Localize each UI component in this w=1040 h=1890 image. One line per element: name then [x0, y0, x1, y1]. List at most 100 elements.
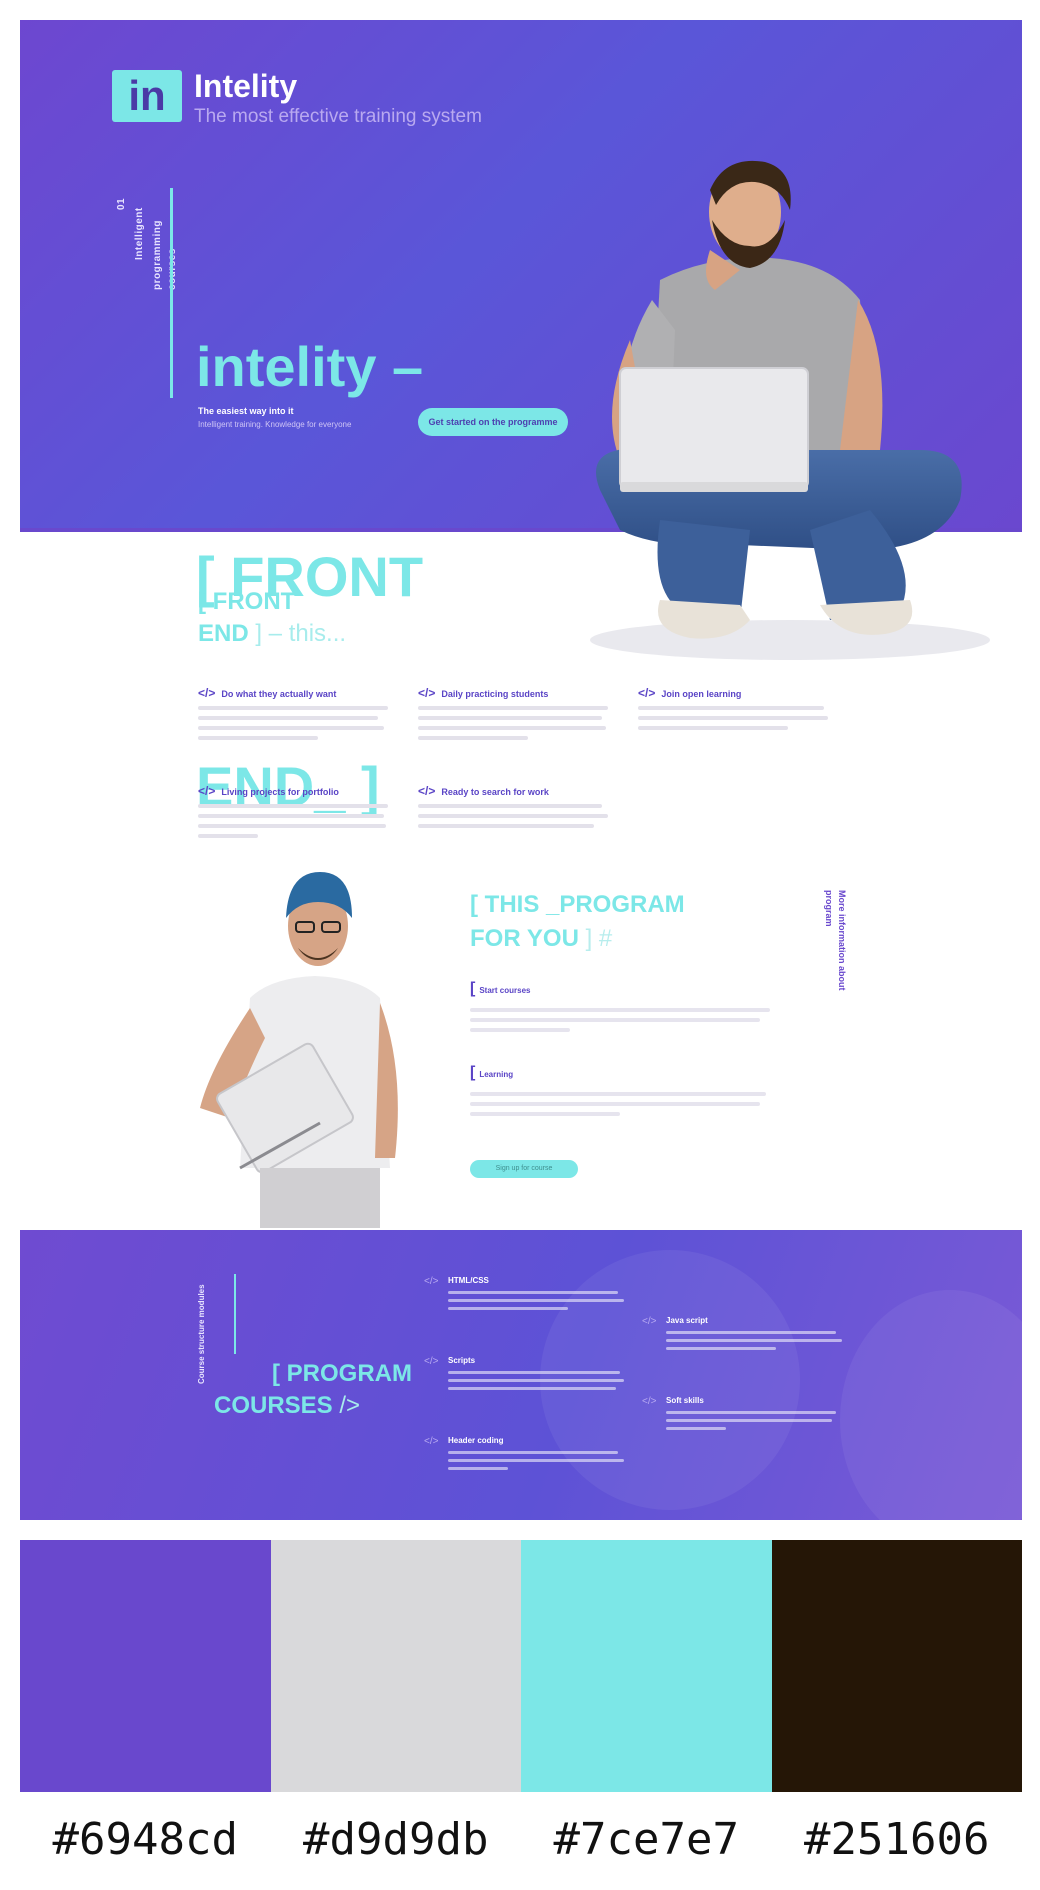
- feature-card: </> Do what they actually want: [198, 686, 398, 746]
- text-line: [638, 726, 788, 730]
- text-line: [470, 1028, 570, 1032]
- text-line: [448, 1387, 616, 1390]
- code-icon: </>: [642, 1396, 657, 1407]
- code-icon: </>: [638, 686, 656, 700]
- text-line: [448, 1371, 620, 1374]
- feature-title: Daily practicing students: [441, 689, 549, 699]
- course-item: </> Header coding: [424, 1436, 628, 1475]
- courses-title-suffix: />: [339, 1392, 361, 1419]
- code-icon: </>: [424, 1276, 439, 1287]
- logo-mark[interactable]: in: [112, 70, 182, 122]
- text-line: [666, 1331, 836, 1334]
- text-line: [198, 804, 388, 808]
- section-frontend-title-line-1: [ FRONT: [198, 588, 296, 615]
- background-shape: [840, 1290, 1022, 1520]
- courses-section: Course structure modules [ PROGRAM COURS…: [20, 1230, 1022, 1520]
- text-line: [666, 1411, 836, 1414]
- color-swatch: [20, 1540, 271, 1792]
- text-line: [666, 1419, 832, 1422]
- text-line: [418, 706, 608, 710]
- program-title-suffix: ] #: [585, 925, 613, 952]
- text-line: [448, 1451, 618, 1454]
- code-icon: </>: [424, 1356, 439, 1367]
- floor-shadow: [590, 620, 990, 660]
- code-icon: </>: [418, 784, 436, 798]
- text-line: [470, 1018, 760, 1022]
- color-code-label: #251606: [804, 1814, 990, 1865]
- feature-title: Living projects for portfolio: [221, 787, 339, 797]
- text-line: [448, 1467, 508, 1470]
- program-item: [Start courses: [470, 980, 770, 1038]
- text-line: [198, 706, 388, 710]
- color-swatch: [270, 1540, 521, 1792]
- program-cta-button[interactable]: Sign up for course: [470, 1160, 578, 1178]
- text-line: [448, 1379, 624, 1382]
- color-codes: #6948cd #d9d9db #7ce7e7 #251606: [20, 1810, 1022, 1870]
- program-vertical-label: More information about program: [824, 890, 847, 991]
- text-line: [666, 1347, 776, 1350]
- man2-pants: [260, 1168, 380, 1228]
- hero-subtitle: The easiest way into it: [198, 406, 294, 416]
- feature-title: Do what they actually want: [221, 689, 337, 699]
- code-icon: </>: [424, 1436, 439, 1447]
- color-swatch: [771, 1540, 1022, 1792]
- course-item: </> Scripts: [424, 1356, 628, 1395]
- text-line: [418, 726, 606, 730]
- laptop-base: [620, 482, 808, 492]
- color-code-label: #6948cd: [52, 1814, 238, 1865]
- hero-vertical-label: Intelligent: [134, 207, 145, 260]
- program-title: [ THIS _PROGRAM FOR YOU ] #: [470, 888, 685, 956]
- courses-accent-line: [234, 1274, 236, 1354]
- section-frontend-title-line-2: END: [198, 620, 249, 647]
- program-item-title: Learning: [479, 1070, 514, 1079]
- course-title: Scripts: [448, 1356, 476, 1365]
- course-title: HTML/CSS: [448, 1276, 489, 1285]
- code-icon: </>: [418, 686, 436, 700]
- brand-name[interactable]: Intelity: [194, 68, 297, 105]
- laptop-icon: [619, 367, 809, 489]
- program-title-line-2: FOR YOU: [470, 925, 579, 952]
- hero-description: Intelligent training. Knowledge for ever…: [198, 420, 352, 429]
- hero-title-line-1: intelity –: [196, 335, 424, 398]
- text-line: [198, 834, 258, 838]
- course-title: Java script: [666, 1316, 708, 1325]
- text-line: [448, 1299, 624, 1302]
- text-line: [470, 1102, 760, 1106]
- feature-card: </> Daily practicing students: [418, 686, 618, 746]
- brand-tagline: The most effective training system: [194, 106, 482, 127]
- text-line: [418, 814, 608, 818]
- text-line: [638, 706, 824, 710]
- text-line: [418, 716, 602, 720]
- hero-vertical-number: 01: [116, 197, 127, 210]
- text-line: [418, 804, 602, 808]
- program-title-line-1: [ THIS _PROGRAM: [470, 891, 685, 918]
- course-title: Soft skills: [666, 1396, 704, 1405]
- text-line: [448, 1291, 618, 1294]
- color-code-label: #7ce7e7: [553, 1814, 739, 1865]
- section-frontend-title-suffix: ] – this...: [255, 620, 347, 647]
- text-line: [666, 1339, 842, 1342]
- text-line: [666, 1427, 726, 1430]
- course-item: </> HTML/CSS: [424, 1276, 628, 1315]
- section-frontend-title: [ FRONT END ] – this...: [198, 586, 346, 650]
- courses-title-line-1: [ PROGRAM: [272, 1360, 412, 1387]
- bracket-icon: [: [470, 980, 476, 997]
- course-item: </> Soft skills: [642, 1396, 846, 1435]
- color-code-label: #d9d9db: [303, 1814, 489, 1865]
- feature-card: </> Living projects for portfolio: [198, 784, 398, 844]
- hero-title: intelity – [ FRONT END_ ]: [196, 192, 423, 962]
- course-item: </> Java script: [642, 1316, 846, 1355]
- code-icon: </>: [642, 1316, 657, 1327]
- feature-title: Join open learning: [661, 689, 742, 699]
- text-line: [198, 716, 378, 720]
- courses-vertical-label: Course structure modules: [197, 1284, 206, 1384]
- code-icon: </>: [198, 686, 216, 700]
- courses-title-line-2: COURSES: [214, 1392, 333, 1419]
- program-man-image: [200, 872, 398, 1228]
- text-line: [470, 1092, 766, 1096]
- text-line: [198, 736, 318, 740]
- hero-vertical-sublabel: programming courses: [152, 220, 178, 290]
- program-item-title: Start courses: [479, 986, 531, 995]
- text-line: [638, 716, 828, 720]
- text-line: [470, 1112, 620, 1116]
